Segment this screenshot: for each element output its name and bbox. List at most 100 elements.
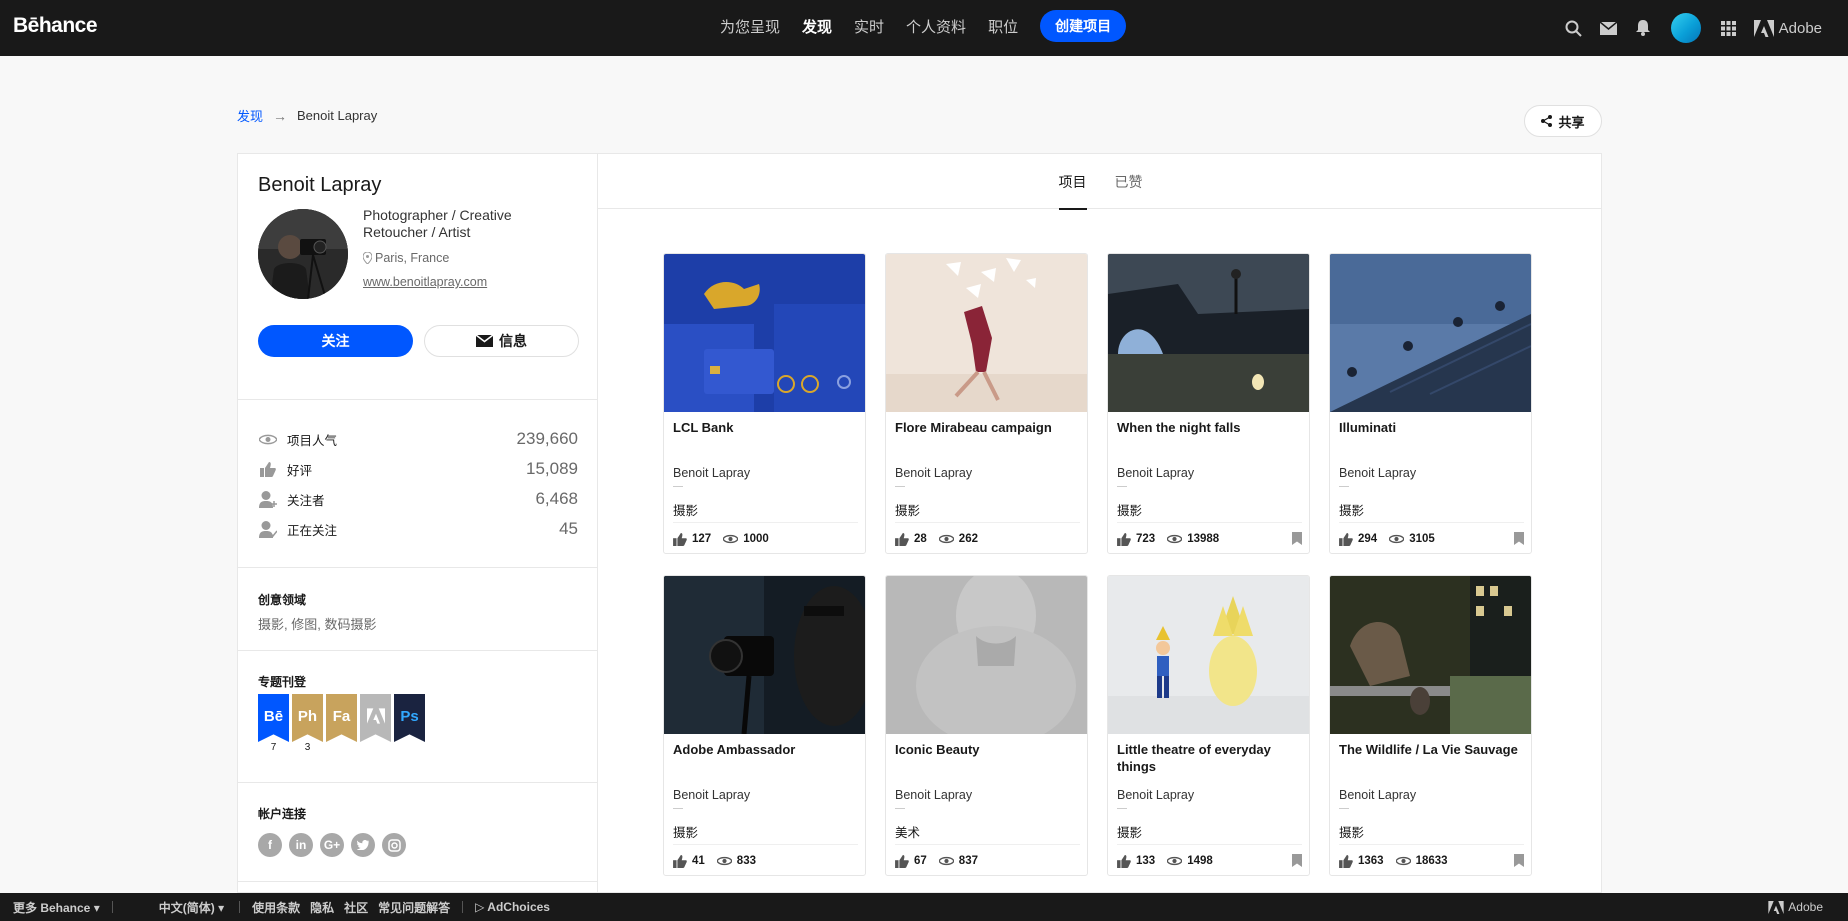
project-card[interactable]: Illuminati Benoit Lapray 摄影 294 3105 bbox=[1329, 253, 1532, 554]
footer-adobe-link[interactable]: Adobe bbox=[1768, 893, 1823, 921]
nav-link-for-you[interactable]: 为您呈现 bbox=[720, 16, 780, 37]
footer-more-label: 更多 Behance bbox=[13, 900, 91, 915]
project-card[interactable]: The Wildlife / La Vie Sauvage Benoit Lapr… bbox=[1329, 575, 1532, 876]
project-card[interactable]: Iconic Beauty Benoit Lapray 美术 67 837 bbox=[885, 575, 1088, 876]
profile-occupation: Photographer / Creative Retoucher / Arti… bbox=[363, 207, 512, 240]
message-label: 信息 bbox=[499, 333, 527, 349]
project-thumbnail[interactable] bbox=[1108, 576, 1309, 734]
footer-link-community[interactable]: 社区 bbox=[344, 899, 368, 916]
badge-fashion[interactable]: Fa bbox=[326, 694, 357, 753]
adobe-link[interactable]: Adobe bbox=[1753, 19, 1822, 37]
behance-logo[interactable]: Bēhance bbox=[13, 14, 98, 38]
project-card[interactable]: Adobe Ambassador Benoit Lapray 摄影 41 833 bbox=[663, 575, 866, 876]
profile-website-link[interactable]: www.benoitlapray.com bbox=[363, 275, 487, 289]
tab-projects[interactable]: 项目 bbox=[1058, 154, 1087, 210]
instagram-icon[interactable] bbox=[382, 833, 406, 857]
breadcrumb-discover-link[interactable]: 发现 bbox=[237, 106, 263, 125]
nav-link-jobs[interactable]: 职位 bbox=[988, 16, 1018, 37]
facebook-icon[interactable]: f bbox=[258, 833, 282, 857]
project-thumbnail[interactable] bbox=[1330, 254, 1531, 412]
badge-photography[interactable]: Ph 3 bbox=[292, 694, 323, 753]
bell-icon[interactable] bbox=[1626, 0, 1661, 56]
project-card[interactable]: When the night falls Benoit Lapray 摄影 723 13… bbox=[1107, 253, 1310, 554]
divider bbox=[895, 808, 905, 809]
nav-link-profile[interactable]: 个人资料 bbox=[906, 16, 966, 37]
project-thumbnail[interactable] bbox=[664, 576, 865, 734]
projects-panel: 项目 已赞 LCL Bank Benoit Lapray 摄影 127 1000 Flor… bbox=[597, 153, 1602, 893]
eye-icon bbox=[1395, 856, 1411, 866]
bookmark-icon[interactable] bbox=[1292, 854, 1302, 870]
badge-adobe[interactable] bbox=[360, 694, 391, 753]
project-stats: 133 1498 bbox=[1117, 852, 1302, 870]
adobe-icon bbox=[366, 708, 385, 724]
tab-appreciated[interactable]: 已赞 bbox=[1115, 154, 1143, 209]
breadcrumb-current: Benoit Lapray bbox=[297, 108, 378, 123]
project-title[interactable]: LCL Bank bbox=[673, 419, 858, 436]
footer-link-faq[interactable]: 常见问题解答 bbox=[378, 899, 450, 916]
project-title[interactable]: Illuminati bbox=[1339, 419, 1524, 436]
avatar[interactable] bbox=[1670, 13, 1701, 43]
bookmark-icon[interactable] bbox=[1514, 532, 1524, 548]
footer-link-privacy[interactable]: 隐私 bbox=[310, 899, 334, 916]
project-owner[interactable]: Benoit Lapray bbox=[895, 466, 972, 480]
project-card[interactable]: Flore Mirabeau campaign Benoit Lapray 摄影 28… bbox=[885, 253, 1088, 554]
profile-location: Paris, France bbox=[363, 251, 449, 265]
project-title[interactable]: Little theatre of everyday things bbox=[1117, 741, 1302, 775]
project-owner[interactable]: Benoit Lapray bbox=[673, 466, 750, 480]
divider bbox=[239, 901, 241, 913]
share-button[interactable]: 共享 bbox=[1524, 105, 1602, 137]
project-thumbnail[interactable] bbox=[1108, 254, 1309, 412]
footer-adchoices[interactable]: ▷ AdChoices bbox=[475, 900, 550, 914]
footer-link-terms[interactable]: 使用条款 bbox=[252, 899, 300, 916]
divider bbox=[238, 650, 597, 651]
search-icon[interactable] bbox=[1556, 0, 1591, 56]
project-likes: 41 bbox=[692, 855, 705, 867]
message-button[interactable]: 信息 bbox=[424, 325, 579, 357]
project-title[interactable]: When the night falls bbox=[1117, 419, 1302, 436]
project-card[interactable]: LCL Bank Benoit Lapray 摄影 127 1000 bbox=[663, 253, 866, 554]
google-plus-icon[interactable]: G+ bbox=[320, 833, 344, 857]
bookmark-icon[interactable] bbox=[1514, 854, 1524, 870]
badge-behance[interactable]: Bē 7 bbox=[258, 694, 289, 753]
project-owner[interactable]: Benoit Lapray bbox=[1117, 466, 1194, 480]
eye-icon bbox=[258, 429, 278, 449]
footer-more-behance[interactable]: 更多 Behance ▾ bbox=[13, 899, 100, 916]
divider bbox=[673, 844, 858, 845]
project-title[interactable]: Iconic Beauty bbox=[895, 741, 1080, 758]
project-title[interactable]: Adobe Ambassador bbox=[673, 741, 858, 758]
project-owner[interactable]: Benoit Lapray bbox=[895, 788, 972, 802]
twitter-icon[interactable] bbox=[351, 833, 375, 857]
divider bbox=[1117, 522, 1302, 523]
nav-link-live[interactable]: 实时 bbox=[854, 16, 884, 37]
project-owner[interactable]: Benoit Lapray bbox=[673, 788, 750, 802]
divider bbox=[673, 808, 683, 809]
project-owner[interactable]: Benoit Lapray bbox=[1339, 788, 1416, 802]
project-stats: 1363 18633 bbox=[1339, 852, 1524, 870]
footer-language-select[interactable]: 中文(简体) ▾ bbox=[159, 899, 224, 916]
badge-photoshop[interactable]: Ps bbox=[394, 694, 425, 753]
project-card[interactable]: Little theatre of everyday things Benoit … bbox=[1107, 575, 1310, 876]
profile-avatar[interactable] bbox=[258, 209, 348, 299]
project-thumbnail[interactable] bbox=[1330, 576, 1531, 734]
project-title[interactable]: Flore Mirabeau campaign bbox=[895, 419, 1080, 436]
social-links: f in G+ bbox=[258, 833, 406, 857]
follow-button[interactable]: 关注 bbox=[258, 325, 413, 357]
nav-link-discover[interactable]: 发现 bbox=[802, 16, 832, 37]
badge-count: 3 bbox=[304, 742, 311, 753]
project-owner[interactable]: Benoit Lapray bbox=[1339, 466, 1416, 480]
project-owner[interactable]: Benoit Lapray bbox=[1117, 788, 1194, 802]
linkedin-icon[interactable]: in bbox=[289, 833, 313, 857]
project-title[interactable]: The Wildlife / La Vie Sauvage bbox=[1339, 741, 1524, 758]
mail-icon[interactable] bbox=[1591, 0, 1626, 56]
project-views: 1498 bbox=[1187, 855, 1213, 867]
location-text: Paris, France bbox=[375, 251, 450, 265]
project-thumbnail[interactable] bbox=[886, 254, 1087, 412]
project-thumbnail[interactable] bbox=[886, 576, 1087, 734]
eye-icon bbox=[1167, 856, 1183, 866]
project-stats: 127 1000 bbox=[673, 530, 858, 548]
apps-grid-icon[interactable] bbox=[1711, 0, 1746, 56]
bookmark-icon[interactable] bbox=[1292, 532, 1302, 548]
create-project-button[interactable]: 创建项目 bbox=[1040, 10, 1127, 42]
project-stats: 41 833 bbox=[673, 852, 858, 870]
project-thumbnail[interactable] bbox=[664, 254, 865, 412]
